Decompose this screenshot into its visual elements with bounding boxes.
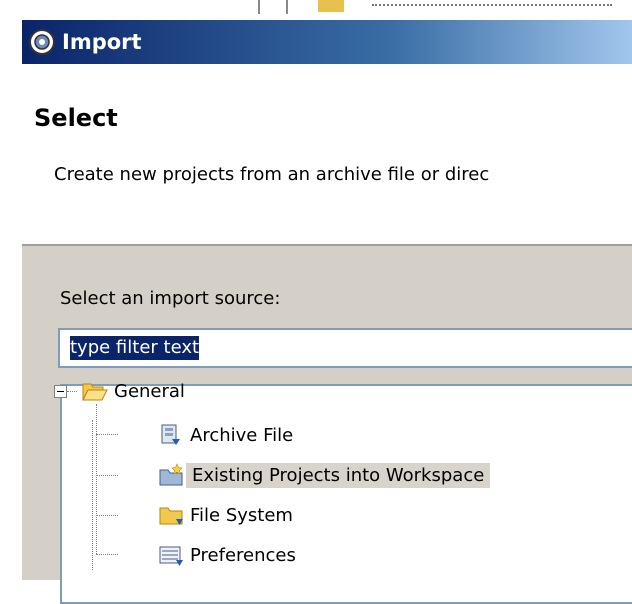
tree-connector [96, 475, 118, 476]
eclipse-gear-icon [29, 29, 55, 55]
background-window [0, 0, 632, 22]
tree-item-file-system[interactable]: File System [158, 498, 293, 532]
page-title: Select [34, 104, 118, 132]
folder-open-icon [82, 383, 108, 401]
tree-connector [96, 434, 118, 435]
dialog-title: Import [62, 30, 142, 54]
preferences-icon [159, 546, 183, 566]
tree-item-label: General [114, 380, 185, 402]
tree-connector [96, 515, 118, 516]
tree-item-label: Existing Projects into Workspace [186, 462, 491, 488]
tree-connector [92, 420, 93, 570]
tree-connector [96, 404, 97, 554]
filter-text-selected: type filter text [70, 336, 200, 360]
tree-item-preferences[interactable]: Preferences [158, 538, 296, 572]
tree-connector [67, 391, 77, 392]
existing-projects-icon [159, 463, 183, 486]
background-fragment [258, 0, 288, 14]
tree-item-label: Archive File [190, 424, 294, 446]
background-folder-fragment [318, 0, 344, 12]
tree-item-label: Preferences [190, 544, 296, 566]
filter-input[interactable]: type filter text [58, 328, 632, 368]
folder-icon [159, 507, 183, 525]
tree-connector [96, 554, 118, 555]
import-source-tree[interactable] [60, 384, 632, 604]
page-description: Create new projects from an archive file… [54, 164, 490, 185]
collapse-toggle[interactable] [54, 385, 67, 398]
tree-item-general[interactable]: General [82, 374, 185, 408]
background-text-fragment [372, 4, 612, 12]
tree-item-label: File System [190, 504, 293, 526]
tree-item-existing-projects[interactable]: Existing Projects into Workspace [158, 458, 491, 492]
import-source-label: Select an import source: [60, 288, 281, 309]
archive-file-icon [161, 424, 180, 445]
tree-item-archive-file[interactable]: Archive File [158, 418, 293, 452]
import-dialog: Import Select Create new projects from a… [22, 20, 632, 604]
title-bar[interactable]: Import [22, 20, 632, 64]
header-banner: Select Create new projects from an archi… [22, 64, 632, 246]
